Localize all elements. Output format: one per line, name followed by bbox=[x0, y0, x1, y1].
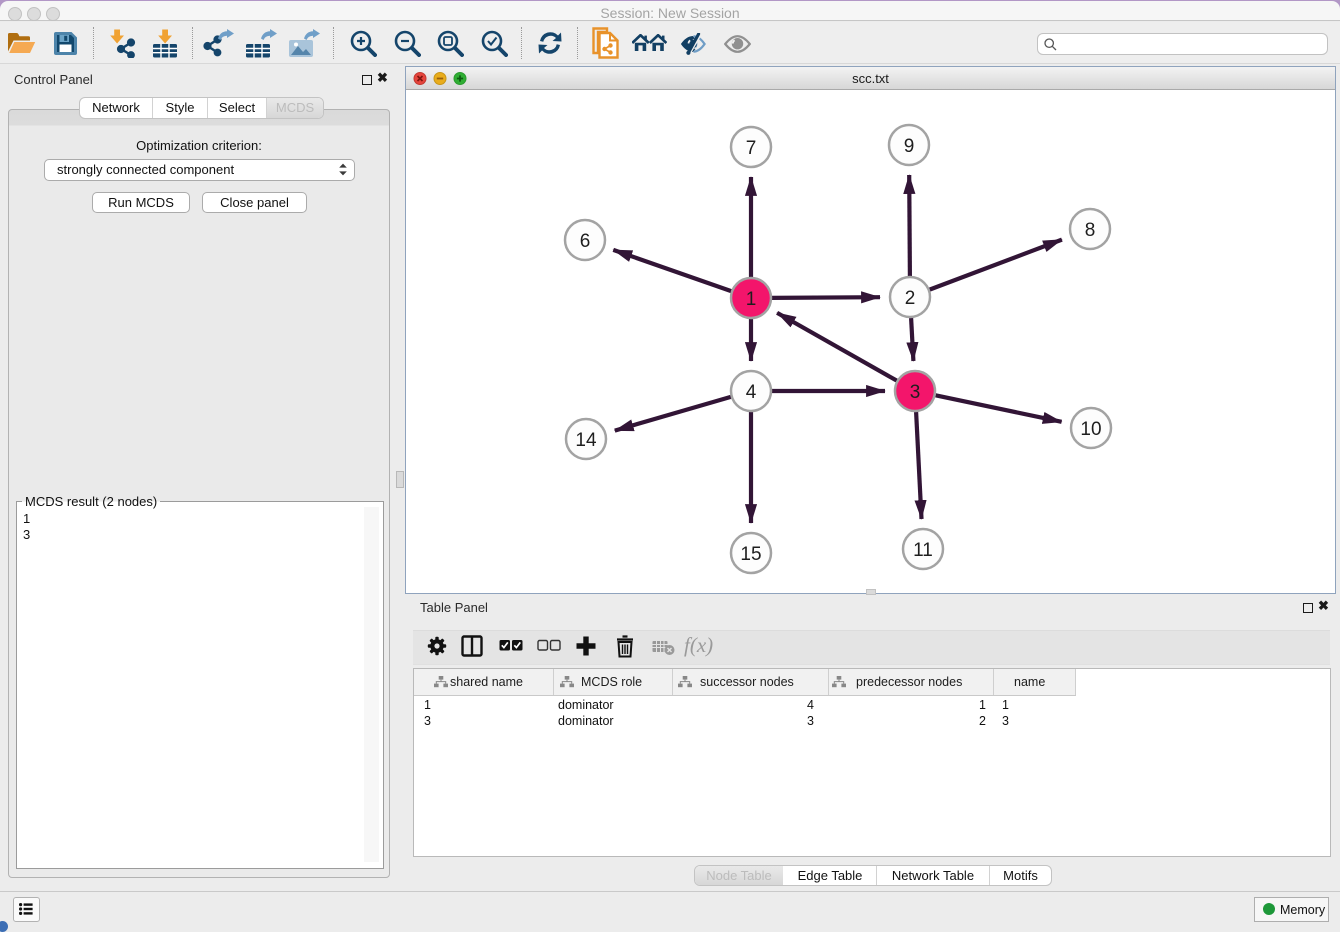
svg-text:6: 6 bbox=[580, 231, 591, 252]
svg-text:11: 11 bbox=[913, 540, 933, 561]
svg-text:10: 10 bbox=[1080, 419, 1101, 440]
svg-text:7: 7 bbox=[746, 138, 757, 159]
svg-text:14: 14 bbox=[575, 430, 597, 451]
svg-text:9: 9 bbox=[904, 136, 915, 157]
svg-text:8: 8 bbox=[1085, 220, 1096, 241]
svg-text:1: 1 bbox=[746, 289, 757, 310]
svg-text:4: 4 bbox=[746, 382, 757, 403]
svg-text:15: 15 bbox=[740, 544, 761, 565]
svg-text:2: 2 bbox=[905, 288, 916, 309]
svg-text:3: 3 bbox=[910, 382, 921, 403]
